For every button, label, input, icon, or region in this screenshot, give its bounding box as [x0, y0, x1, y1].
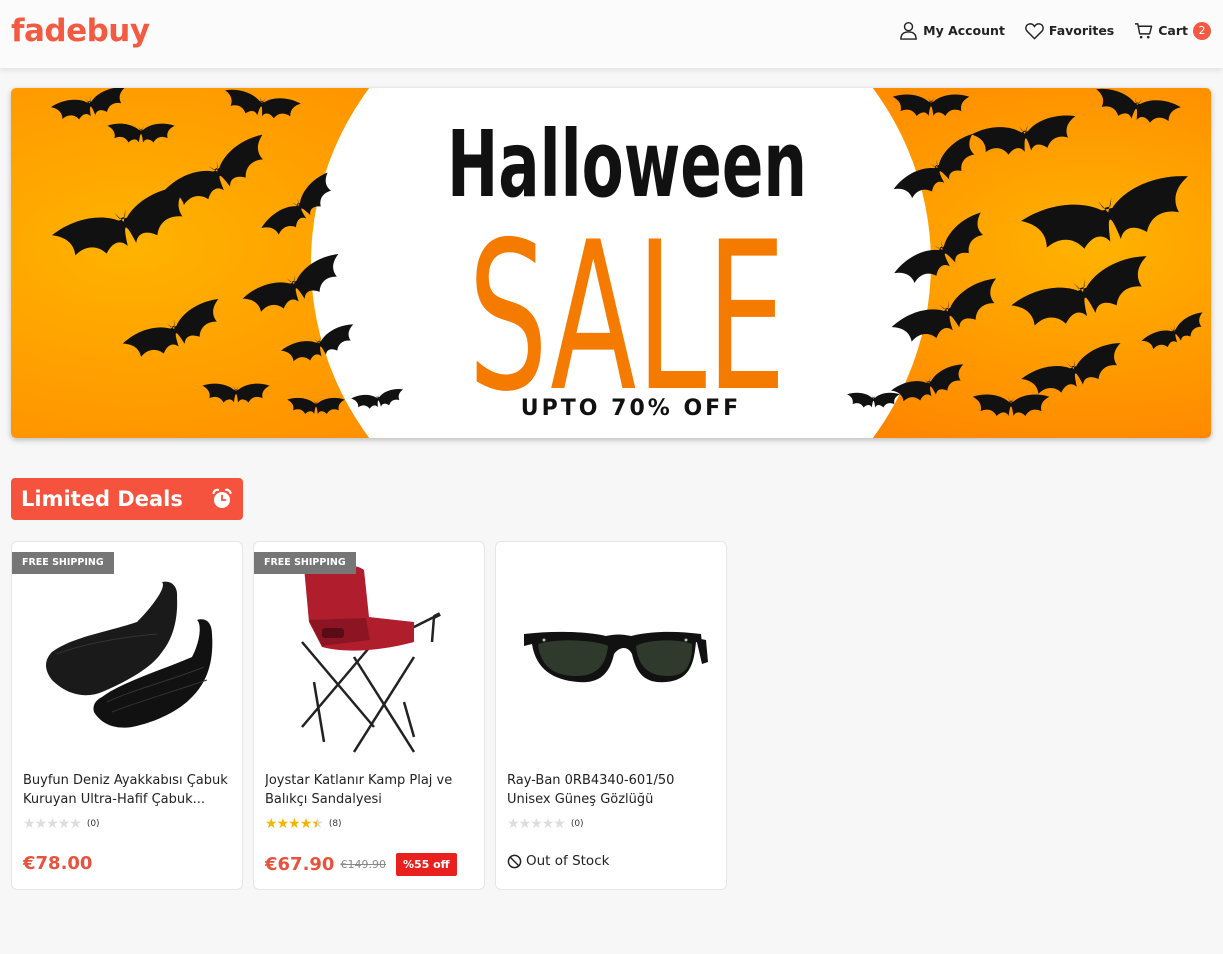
cart-link[interactable]: Cart 2 — [1134, 21, 1211, 40]
product-name[interactable]: Ray-Ban 0RB4340-601/50 Unisex Güneş Gözl… — [507, 771, 717, 809]
star-icon: ★ — [518, 816, 532, 832]
stock-label: Out of Stock — [526, 853, 610, 869]
star-icon: ★ — [46, 816, 59, 832]
product-card[interactable]: FREE SHIPPING Joystar Katlanır Kamp Plaj… — [253, 541, 485, 890]
banner-offer-text: UPTO 70% OFF — [521, 396, 741, 421]
product-name[interactable]: Buyfun Deniz Ayakkabısı Çabuk Kuruyan Ul… — [23, 771, 233, 809]
heart-icon — [1025, 22, 1044, 40]
discount-badge: %55 off — [395, 853, 457, 876]
price-row: €78.00 — [23, 853, 92, 874]
star-icon: ★ — [276, 816, 290, 832]
rating-count: (0) — [86, 819, 100, 829]
product-name[interactable]: Joystar Katlanır Kamp Plaj ve Balıkçı Sa… — [265, 771, 475, 809]
cart-count-badge: 2 — [1193, 21, 1211, 40]
star-icon: ★ — [57, 816, 71, 832]
user-icon — [900, 21, 917, 40]
star-icon: ★ — [507, 816, 520, 832]
header-nav: My Account Favorites Cart 2 — [879, 21, 1211, 40]
price-row: €67.90 €149.90 %55 off — [265, 853, 457, 876]
prohibited-icon — [507, 854, 522, 868]
star-rating: ★★★★★ — [23, 816, 82, 832]
cart-icon — [1135, 22, 1153, 39]
favorites-label: Favorites — [1048, 23, 1115, 38]
star-rating: ★★★★★ — [265, 816, 324, 832]
free-shipping-tag: FREE SHIPPING — [254, 552, 356, 574]
rating-count: (8) — [328, 819, 342, 829]
product-rating: ★★★★★ (0) — [507, 816, 584, 832]
star-icon: ★ — [530, 816, 543, 832]
star-icon: ★ — [34, 816, 48, 832]
limited-deals-label: Limited Deals — [21, 487, 183, 511]
star-icon: ★ — [69, 816, 82, 832]
star-rating: ★★★★★ — [507, 816, 566, 832]
site-header: fadebuy My Account Favorites Cart 2 — [0, 0, 1223, 68]
star-icon: ★ — [553, 816, 566, 832]
free-shipping-tag: FREE SHIPPING — [12, 552, 114, 574]
product-rating: ★★★★★ (0) — [23, 816, 100, 832]
product-card[interactable]: FREE SHIPPING Buyfun Deniz Ayakkabısı Ça… — [11, 541, 243, 890]
price-row: Out of Stock — [507, 853, 609, 869]
star-icon: ★ — [541, 816, 555, 832]
alarm-clock-icon — [212, 488, 232, 508]
favorites-link[interactable]: Favorites — [1025, 22, 1114, 40]
product-image — [524, 631, 708, 683]
cart-label: Cart — [1158, 23, 1188, 38]
star-icon: ★ — [23, 816, 36, 832]
banner-graphic: Halloween SALE UPTO 70% OFF — [11, 88, 1211, 438]
limited-deals-heading: Limited Deals — [11, 478, 243, 520]
my-account-label: My Account — [923, 23, 1005, 38]
product-price: €78.00 — [23, 853, 93, 874]
product-card[interactable]: Ray-Ban 0RB4340-601/50 Unisex Güneş Gözl… — [495, 541, 727, 890]
star-icon: ★ — [288, 816, 301, 832]
original-price: €149.90 — [340, 858, 386, 871]
product-image — [301, 563, 441, 753]
my-account-link[interactable]: My Account — [899, 21, 1005, 40]
star-icon: ★ — [311, 816, 324, 832]
star-icon: ★ — [265, 816, 278, 832]
halloween-sale-banner[interactable]: Halloween SALE UPTO 70% OFF — [11, 88, 1211, 438]
star-icon: ★ — [299, 816, 313, 832]
brand-logo[interactable]: fadebuy — [11, 13, 150, 49]
rating-count: (0) — [570, 819, 584, 829]
product-rating: ★★★★★ (8) — [265, 816, 342, 832]
out-of-stock-status: Out of Stock — [507, 853, 609, 869]
product-image — [46, 581, 213, 728]
product-price: €67.90 — [265, 854, 335, 875]
